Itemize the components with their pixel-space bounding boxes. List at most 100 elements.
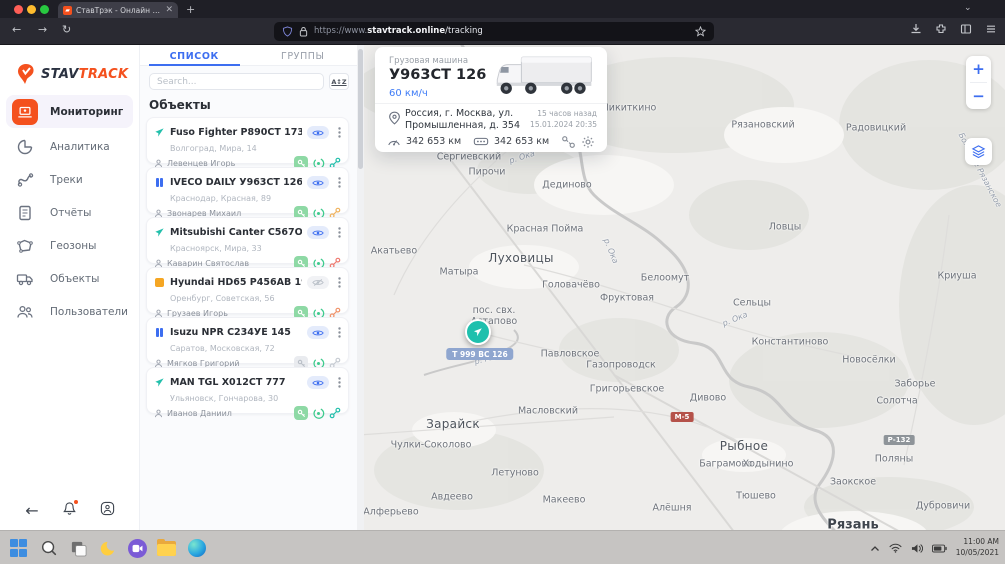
map-label: Алёшня <box>652 503 691 514</box>
downloads-icon[interactable] <box>910 23 922 35</box>
visibility-eye-icon[interactable] <box>307 376 329 389</box>
sidebar-item-tracks[interactable]: Треки <box>0 163 139 196</box>
moon-app-icon[interactable] <box>98 538 119 559</box>
os-taskbar: 11:00 AM 10/05/2021 <box>0 530 1005 564</box>
visibility-eye-icon[interactable] <box>307 126 329 139</box>
new-tab-button[interactable]: + <box>186 3 195 16</box>
map-label: Константиново <box>752 337 829 348</box>
odometer-icon <box>387 132 401 151</box>
visibility-eye-off-icon[interactable] <box>307 276 329 289</box>
browser-toolbar: ← → ↻ https://www.stavtrack.online/track… <box>0 18 1005 45</box>
window-zoom-button[interactable] <box>40 5 49 14</box>
sidebar-item-reports[interactable]: Отчёты <box>0 196 139 229</box>
vehicle-address: Краснодар, Красная, 89 <box>170 194 341 203</box>
sidebar-nav: Мониторинг Аналитика Треки <box>0 95 139 328</box>
zoom-in-button[interactable]: + <box>966 56 991 82</box>
vehicle-speed: 60 км/ч <box>389 88 428 99</box>
clock-date: 10/05/2021 <box>956 548 999 557</box>
list-scrollbar[interactable] <box>357 45 364 530</box>
driver-name: Иванов Даниил <box>167 409 290 418</box>
vehicle-card[interactable]: Fuso Fighter Р890СТ 173 Волгоград, Мира,… <box>146 117 349 164</box>
collapse-back-icon[interactable]: ← <box>25 501 38 520</box>
connection-link-icon <box>329 407 341 419</box>
browser-titlebar: ▰ СтавТрэк - Онлайн мониторин ✕ + ⌄ <box>0 0 1005 18</box>
vehicle-address: Ульяновск, Гончарова, 30 <box>170 394 341 403</box>
logo-text-track: TRACK <box>79 67 129 82</box>
start-button-icon[interactable] <box>8 538 29 559</box>
bookmark-star-icon[interactable] <box>695 26 706 37</box>
vehicle-card[interactable]: Hyundai HD65 Р456АВ 197 Оренбург, Советс… <box>146 267 349 314</box>
kebab-menu-icon[interactable] <box>338 173 341 192</box>
app-content: STAVTRACK Мониторинг Аналитика <box>0 45 1005 530</box>
menu-hamburger-icon[interactable] <box>985 23 997 35</box>
reload-icon[interactable]: ↻ <box>62 23 71 36</box>
window-close-button[interactable] <box>14 5 23 14</box>
url-bar[interactable]: https://www.stavtrack.online/tracking <box>274 22 714 41</box>
visibility-eye-icon[interactable] <box>307 226 329 239</box>
vehicle-location-address: Россия, г. Москва, ул.Промышленная, д. 3… <box>405 108 520 133</box>
edge-browser-icon[interactable] <box>186 538 207 559</box>
sidebar-panel-icon[interactable] <box>960 23 972 35</box>
tab-list[interactable]: СПИСОК <box>140 45 249 65</box>
monitoring-icon <box>12 99 38 125</box>
taskbar-search-icon[interactable] <box>38 538 59 559</box>
clock-time: 11:00 AM <box>963 537 999 546</box>
extensions-icon[interactable] <box>935 23 947 35</box>
browser-tab[interactable]: ▰ СтавТрэк - Онлайн мониторин ✕ <box>58 2 178 18</box>
sort-az-button[interactable]: A↕Z <box>329 73 349 90</box>
logo-pin-icon <box>16 63 36 85</box>
settings-gear-button[interactable] <box>581 135 595 149</box>
sidebar-item-geozones[interactable]: Геозоны <box>0 229 139 262</box>
battery-icon[interactable] <box>932 544 947 553</box>
visibility-eye-icon[interactable] <box>307 326 329 339</box>
file-explorer-icon[interactable] <box>156 538 177 559</box>
sidebar-item-analytics[interactable]: Аналитика <box>0 130 139 163</box>
map-label: Павловское <box>541 349 600 360</box>
sidebar-footer: ← <box>0 501 140 520</box>
zoom-out-button[interactable]: − <box>966 83 991 109</box>
kebab-menu-icon[interactable] <box>338 323 341 342</box>
volume-icon[interactable] <box>911 543 923 554</box>
kebab-menu-icon[interactable] <box>338 223 341 242</box>
vehicle-card[interactable]: MAN TGL Х012СТ 777 Ульяновск, Гончарова,… <box>146 367 349 414</box>
vehicle-card[interactable]: Isuzu NPR С234УЕ 145 Саратов, Московская… <box>146 317 349 364</box>
map-label-town: Рыбное <box>720 439 768 453</box>
map-label: Фруктовая <box>600 293 654 304</box>
window-minimize-button[interactable] <box>27 5 36 14</box>
map-label: Рязановский <box>731 120 794 131</box>
vehicle-card[interactable]: IVECO DAILY У963СТ 126 Краснодар, Красна… <box>146 167 349 214</box>
forward-icon[interactable]: → <box>38 23 47 36</box>
kebab-menu-icon[interactable] <box>338 373 341 392</box>
sidebar-item-monitoring[interactable]: Мониторинг <box>6 95 133 128</box>
kebab-menu-icon[interactable] <box>338 273 341 292</box>
search-input[interactable] <box>149 73 324 90</box>
share-route-button[interactable] <box>561 135 576 149</box>
wifi-icon[interactable] <box>889 543 902 553</box>
back-icon[interactable]: ← <box>12 23 21 36</box>
kebab-menu-icon[interactable] <box>338 123 341 142</box>
taskbar-clock[interactable]: 11:00 AM 10/05/2021 <box>956 537 999 559</box>
notifications-bell-icon[interactable] <box>62 501 77 520</box>
vehicle-name: IVECO DAILY У963СТ 126 <box>170 177 302 188</box>
tab-groups[interactable]: ГРУППЫ <box>249 45 358 65</box>
tab-close-icon[interactable]: ✕ <box>165 6 173 15</box>
task-view-icon[interactable] <box>68 538 89 559</box>
vehicle-list-panel: СПИСОК ГРУППЫ A↕Z Объекты Fuso Fighter Р… <box>140 45 357 530</box>
vehicle-card[interactable]: Mitsubishi Canter С567ОР 790 Красноярск,… <box>146 217 349 264</box>
map-label: Солотча <box>876 396 917 407</box>
sidebar-item-users[interactable]: Пользователи <box>0 295 139 328</box>
chat-app-icon[interactable] <box>128 539 147 558</box>
account-icon[interactable] <box>100 501 115 520</box>
sidebar-item-objects[interactable]: Объекты <box>0 262 139 295</box>
map-canvas[interactable]: Никиткино Рязановский Радовицкий Сергиев… <box>364 45 1005 530</box>
tray-chevron-icon[interactable] <box>870 545 880 552</box>
vehicle-marker[interactable] <box>465 319 491 345</box>
scrollbar-thumb[interactable] <box>358 49 363 169</box>
list-tabs-chevron-icon[interactable]: ⌄ <box>964 3 972 13</box>
map-layers-button[interactable] <box>965 138 992 165</box>
reports-icon <box>12 200 38 226</box>
shield-icon[interactable] <box>282 26 293 37</box>
driver-icon <box>154 409 163 418</box>
location-pin-icon <box>388 110 401 129</box>
visibility-eye-icon[interactable] <box>307 176 329 189</box>
